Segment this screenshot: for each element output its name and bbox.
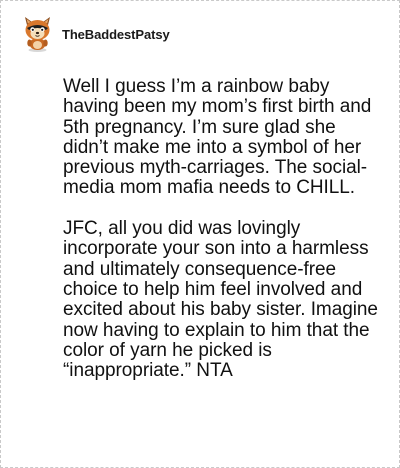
comment-header: TheBaddestPatsy: [21, 16, 170, 52]
username-link[interactable]: TheBaddestPatsy: [62, 27, 170, 42]
comment-paragraph-2: JFC, all you did was lovingly incorporat…: [63, 218, 378, 382]
comment-card: TheBaddestPatsy Well I guess I’m a rainb…: [0, 0, 400, 468]
comment-body: Well I guess I’m a rainbow baby having b…: [63, 76, 385, 382]
fox-avatar-icon[interactable]: [21, 16, 54, 52]
comment-paragraph-1: Well I guess I’m a rainbow baby having b…: [63, 76, 372, 199]
